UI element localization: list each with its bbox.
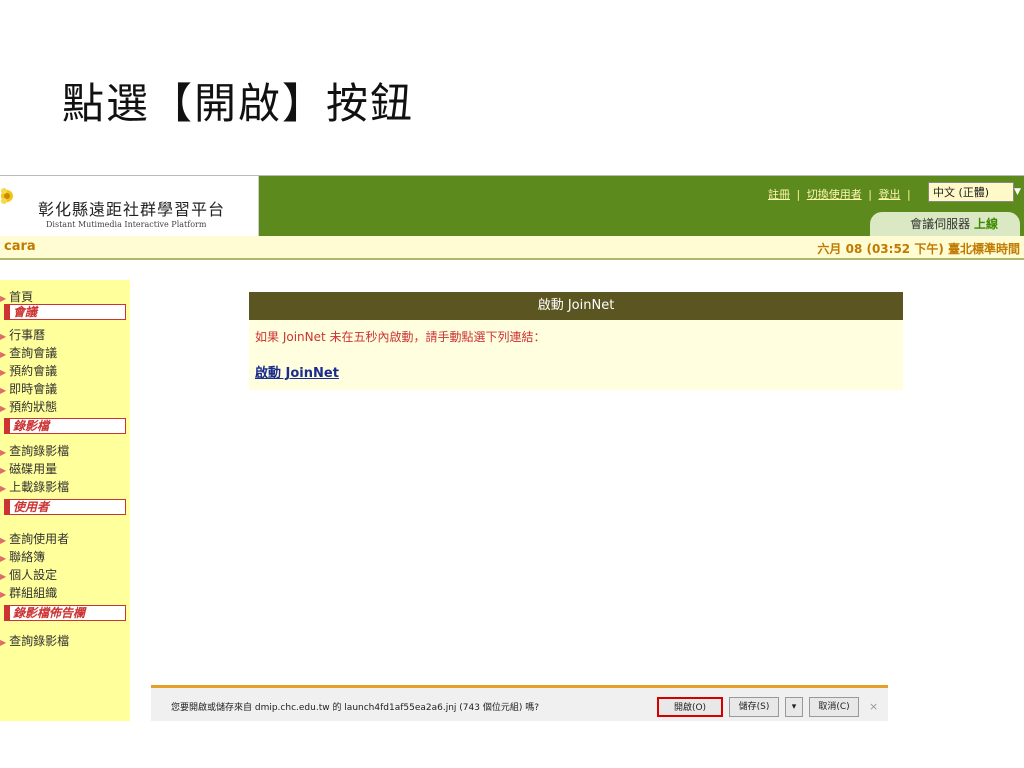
server-label: 會議伺服器 bbox=[910, 217, 971, 231]
register-link[interactable]: 註冊 bbox=[768, 188, 790, 201]
sidebar-section-users: 使用者 bbox=[4, 499, 126, 515]
launch-joinnet-link[interactable]: 啟動 JoinNet bbox=[255, 362, 339, 381]
sidebar-item-disk-usage[interactable]: ▶ 磁碟用量 bbox=[0, 460, 57, 477]
triangle-bullet-icon: ▶ bbox=[0, 590, 7, 599]
sidebar-item-groups[interactable]: ▶ 群組組織 bbox=[0, 584, 57, 601]
browser-screenshot: 彰化縣遠距社群學習平台 Distant Mutimedia Interactiv… bbox=[0, 175, 1024, 721]
server-status-tab: 會議伺服器 上線 bbox=[870, 212, 1020, 236]
close-icon[interactable]: × bbox=[869, 700, 878, 713]
sidebar-item-search-user[interactable]: ▶ 查詢使用者 bbox=[0, 530, 69, 547]
triangle-bullet-icon: ▶ bbox=[0, 404, 7, 413]
logout-link[interactable]: 登出 bbox=[878, 188, 900, 201]
open-button[interactable]: 開啟(O) bbox=[657, 697, 723, 717]
triangle-bullet-icon: ▶ bbox=[0, 554, 7, 563]
sidebar-section-recording-board: 錄影檔佈告欄 bbox=[4, 605, 126, 621]
sidebar-item-booking-status[interactable]: ▶ 預約狀態 bbox=[0, 398, 57, 415]
server-status: 上線 bbox=[973, 217, 998, 231]
triangle-bullet-icon: ▶ bbox=[0, 332, 7, 341]
sidebar-item-search-recording[interactable]: ▶ 查詢錄影檔 bbox=[0, 442, 69, 459]
username: cara bbox=[4, 239, 36, 254]
chevron-down-icon[interactable]: ▼ bbox=[1014, 182, 1024, 202]
triangle-bullet-icon: ▶ bbox=[0, 350, 7, 359]
save-button[interactable]: 儲存(S) bbox=[729, 697, 779, 717]
site-header: 彰化縣遠距社群學習平台 Distant Mutimedia Interactiv… bbox=[0, 176, 1024, 236]
language-select[interactable]: 中文 (正體) bbox=[928, 182, 1014, 202]
sidebar-item-book-meeting[interactable]: ▶ 預約會議 bbox=[0, 362, 57, 379]
sidebar-item-upload-recording[interactable]: ▶ 上載錄影檔 bbox=[0, 478, 69, 495]
cancel-button[interactable]: 取消(C) bbox=[809, 697, 859, 717]
switch-user-link[interactable]: 切換使用者 bbox=[807, 188, 862, 201]
save-options-dropdown[interactable]: ▾ bbox=[785, 697, 803, 717]
triangle-bullet-icon: ▶ bbox=[0, 448, 7, 457]
triangle-bullet-icon: ▶ bbox=[0, 638, 7, 647]
sidebar-item-search-recording-board[interactable]: ▶ 查詢錄影檔 bbox=[0, 632, 69, 649]
site-logo[interactable]: 彰化縣遠距社群學習平台 Distant Mutimedia Interactiv… bbox=[0, 176, 259, 236]
datetime: 六月 08 (03:52 下午) 臺北標準時間 bbox=[817, 242, 1020, 256]
download-notification-bar: 您要開啟或儲存來自 dmip.chc.edu.tw 的 launch4fd1af… bbox=[151, 685, 888, 721]
logo-english-name: Distant Mutimedia Interactive Platform bbox=[46, 220, 207, 229]
user-bar: cara 六月 08 (03:52 下午) 臺北標準時間 bbox=[0, 236, 1024, 260]
sidebar-item-personal-settings[interactable]: ▶ 個人設定 bbox=[0, 566, 57, 583]
sidebar-item-search-meeting[interactable]: ▶ 查詢會議 bbox=[0, 344, 57, 361]
triangle-bullet-icon: ▶ bbox=[0, 484, 7, 493]
sidebar: ▶ 首頁 會議 ▶ 行事曆 ▶ 查詢會議 ▶ 預約會議 ▶ 即時會議 ▶ 預約狀態 錄影檔 … bbox=[0, 280, 130, 721]
sidebar-section-recording: 錄影檔 bbox=[4, 418, 126, 434]
link-separator: | bbox=[796, 188, 801, 201]
sidebar-item-instant-meeting[interactable]: ▶ 即時會議 bbox=[0, 380, 57, 397]
triangle-bullet-icon: ▶ bbox=[0, 572, 7, 581]
flower-logo-icon bbox=[1, 188, 13, 204]
link-separator: | bbox=[906, 188, 911, 201]
triangle-bullet-icon: ▶ bbox=[0, 368, 7, 377]
triangle-bullet-icon: ▶ bbox=[0, 386, 7, 395]
download-prompt: 您要開啟或儲存來自 dmip.chc.edu.tw 的 launch4fd1af… bbox=[171, 703, 539, 713]
triangle-bullet-icon: ▶ bbox=[0, 536, 7, 545]
logo-chinese-name: 彰化縣遠距社群學習平台 bbox=[38, 200, 226, 219]
joinnet-message: 如果 JoinNet 未在五秒內啟動，請手動點選下列連結： bbox=[255, 330, 546, 344]
sidebar-item-contacts[interactable]: ▶ 聯絡簿 bbox=[0, 548, 45, 565]
sidebar-item-home[interactable]: ▶ 首頁 bbox=[0, 288, 33, 305]
joinnet-panel-title: 啟動 JoinNet bbox=[249, 292, 903, 320]
sidebar-section-meeting: 會議 bbox=[4, 304, 126, 320]
top-links: 註冊 | 切換使用者 | 登出 | bbox=[768, 186, 914, 202]
triangle-bullet-icon: ▶ bbox=[0, 294, 7, 303]
triangle-bullet-icon: ▶ bbox=[0, 466, 7, 475]
slide-title: 點選【開啟】按鈕 bbox=[62, 79, 415, 128]
link-separator: | bbox=[868, 188, 872, 201]
joinnet-panel: 如果 JoinNet 未在五秒內啟動，請手動點選下列連結： 啟動 JoinNet bbox=[249, 320, 903, 390]
sidebar-item-calendar[interactable]: ▶ 行事曆 bbox=[0, 326, 45, 343]
